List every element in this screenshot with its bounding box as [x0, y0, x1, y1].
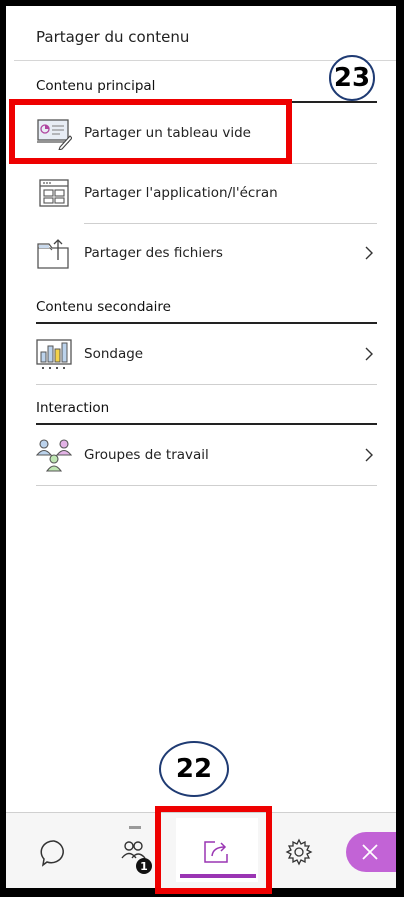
item-label: Partager un tableau vide [84, 125, 251, 141]
item-label: Partager l'application/l'écran [84, 185, 278, 201]
settings-tab[interactable] [283, 836, 315, 868]
section-header-secondary: Contenu secondaire [36, 299, 171, 315]
folder-upload-icon [36, 236, 72, 270]
chevron-right-icon [363, 245, 375, 261]
section-header-interaction: Interaction [36, 400, 110, 416]
panel-title: Partager du contenu [36, 28, 190, 46]
drag-handle[interactable] [129, 826, 141, 829]
poll-chart-icon [36, 337, 72, 371]
chat-tab[interactable] [38, 837, 70, 869]
share-whiteboard-item[interactable]: Partager un tableau vide [36, 103, 377, 163]
poll-item[interactable]: Sondage [36, 324, 377, 384]
share-app-screen-item[interactable]: Partager l'application/l'écran [36, 163, 377, 223]
share-content-icon [201, 841, 233, 872]
step-badge-22: 22 [159, 741, 229, 797]
participant-count-badge: 1 [136, 858, 152, 874]
item-label: Groupes de travail [84, 447, 209, 463]
chevron-right-icon [363, 447, 375, 463]
section-header-main: Contenu principal [36, 78, 156, 94]
chat-icon [38, 840, 70, 873]
share-files-item[interactable]: Partager des fichiers [36, 223, 377, 283]
gear-icon [283, 838, 315, 872]
close-icon [360, 842, 380, 866]
app-screen-icon [36, 176, 72, 210]
divider [36, 485, 377, 486]
breakout-groups-icon [35, 438, 73, 472]
chevron-right-icon [363, 346, 375, 362]
active-tab-indicator [180, 874, 256, 878]
item-label: Partager des fichiers [84, 245, 223, 261]
step-badge-23: 23 [329, 55, 375, 101]
breakout-groups-item[interactable]: Groupes de travail [35, 425, 377, 485]
whiteboard-icon [36, 116, 73, 151]
divider [36, 384, 377, 385]
share-content-tab[interactable] [201, 836, 233, 868]
close-panel-button[interactable] [346, 832, 396, 872]
item-label: Sondage [84, 346, 144, 362]
